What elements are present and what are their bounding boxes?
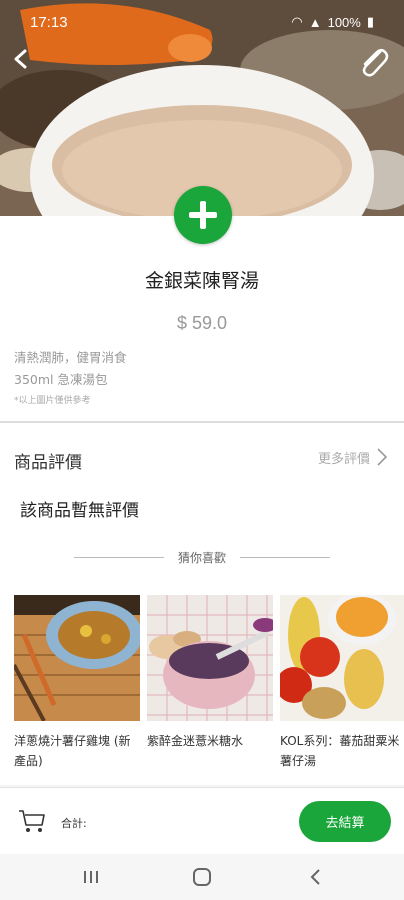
add-to-cart-button[interactable] [174, 186, 232, 244]
back-arrow-icon [14, 49, 27, 69]
product-hero-image: 17:13 ◠ ▲ 100% ▮ [0, 0, 404, 216]
checkout-bar: 合計: 去結算 [0, 787, 404, 854]
divider-line-right [240, 557, 330, 558]
status-bar: 17:13 ◠ ▲ 100% ▮ [0, 0, 404, 44]
back-icon [310, 869, 320, 885]
image-disclaimer: *以上圖片僅供參考 [14, 396, 91, 406]
back-button[interactable] [10, 48, 38, 76]
plus-icon [189, 201, 217, 229]
recommendation-label: 洋蔥燒汁薯仔雞塊 (新產品) [14, 734, 131, 768]
no-reviews-text: 該商品暫無評價 [20, 501, 139, 521]
product-description-line1: 清熱潤肺，健胃消食 [14, 350, 127, 365]
home-button[interactable] [191, 866, 213, 888]
product-info: 金銀菜陳腎湯 $ 59.0 清熱潤肺，健胃消食 350ml 急凍湯包 *以上圖片… [0, 216, 404, 422]
recommendation-card[interactable]: KOL系列：蕃茄甜粟米薯仔湯 [280, 595, 404, 771]
checkout-button[interactable]: 去結算 [299, 801, 391, 842]
reviews-section: 商品評價 更多評價 該商品暫無評價 猜你喜歡 洋蔥燒汁薯仔雞塊 (新產品) 紫醉… [0, 423, 404, 785]
signal-icon: ▲ [308, 14, 322, 30]
battery-icon: ▮ [366, 14, 374, 29]
attach-button[interactable] [356, 44, 390, 80]
recent-apps-button[interactable] [80, 866, 102, 888]
more-reviews-label: 更多評價 [317, 451, 370, 467]
recent-apps-icon [84, 871, 98, 883]
recommendations-title: 猜你喜歡 [177, 551, 226, 565]
paperclip-icon [362, 49, 389, 77]
reviews-title: 商品評價 [14, 453, 82, 473]
recommendation-label: 紫醉金迷薏米糖水 [147, 734, 244, 748]
recommendation-image [147, 595, 273, 721]
system-nav-bar [0, 854, 404, 900]
cart-button[interactable] [18, 808, 46, 834]
chevron-right-icon [377, 448, 388, 466]
cart-icon [19, 810, 45, 832]
recommendation-image [14, 595, 140, 721]
product-description-line2: 350ml 急凍湯包 [14, 372, 108, 387]
system-back-button[interactable] [305, 866, 327, 888]
recommendation-label: KOL系列：蕃茄甜粟米薯仔湯 [280, 734, 400, 768]
recommendation-card[interactable]: 紫醉金迷薏米糖水 [147, 595, 273, 751]
wifi-icon: ◠ [291, 14, 303, 29]
recommendation-card[interactable]: 洋蔥燒汁薯仔雞塊 (新產品) [14, 595, 140, 771]
total-label: 合計: [61, 817, 87, 830]
product-price: $ 59.0 [176, 313, 228, 333]
status-icons: ◠ ▲ 100% ▮ [291, 14, 374, 30]
product-name: 金銀菜陳腎湯 [144, 270, 259, 292]
recommendation-image [280, 595, 404, 721]
battery-level: 100% [327, 14, 361, 30]
home-icon [193, 868, 211, 886]
more-reviews-link[interactable]: 更多評價 [318, 447, 388, 467]
status-time: 17:13 [30, 14, 68, 31]
